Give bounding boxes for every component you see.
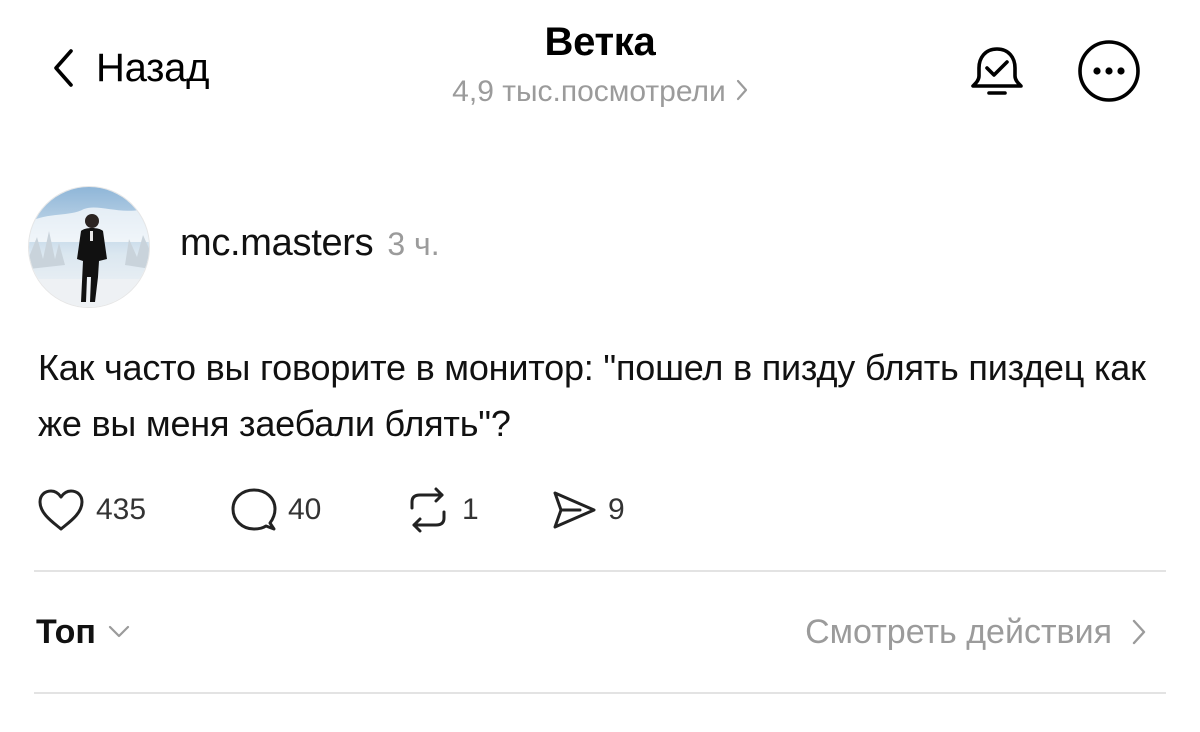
reply-count: 40 [288, 493, 322, 526]
more-options-button[interactable] [1076, 38, 1142, 104]
divider [34, 570, 1166, 572]
share-button[interactable]: 9 [550, 482, 625, 538]
send-icon [550, 486, 598, 534]
share-count: 9 [608, 493, 625, 526]
chevron-down-icon [96, 625, 130, 639]
like-count: 435 [96, 493, 147, 526]
repost-button[interactable]: 1 [404, 482, 479, 538]
reply-button[interactable]: 40 [230, 482, 321, 538]
sort-label: Топ [36, 612, 96, 651]
post-timestamp: 3 ч. [387, 226, 440, 262]
chevron-right-icon [736, 75, 748, 109]
sort-dropdown[interactable]: Топ [36, 606, 130, 658]
avatar[interactable] [28, 186, 150, 308]
username[interactable]: mc.masters [180, 222, 374, 265]
repost-icon [404, 486, 452, 534]
repost-count: 1 [462, 493, 479, 526]
post-author-line: mc.masters 3 ч. [180, 222, 440, 265]
comment-icon [230, 486, 278, 534]
view-activity-label: Смотреть действия [805, 612, 1112, 651]
heart-icon [36, 487, 86, 533]
bell-check-icon [964, 38, 1030, 104]
divider [34, 692, 1166, 694]
subscribe-button[interactable] [964, 38, 1030, 104]
more-horizontal-icon [1076, 38, 1142, 104]
chevron-right-icon [1112, 619, 1146, 645]
view-activity-link[interactable]: Смотреть действия [805, 606, 1146, 658]
views-count: 4,9 тыс.посмотрели [452, 75, 726, 108]
post-text: Как часто вы говорите в монитор: "пошел … [38, 347, 1146, 444]
like-button[interactable]: 435 [36, 482, 146, 538]
